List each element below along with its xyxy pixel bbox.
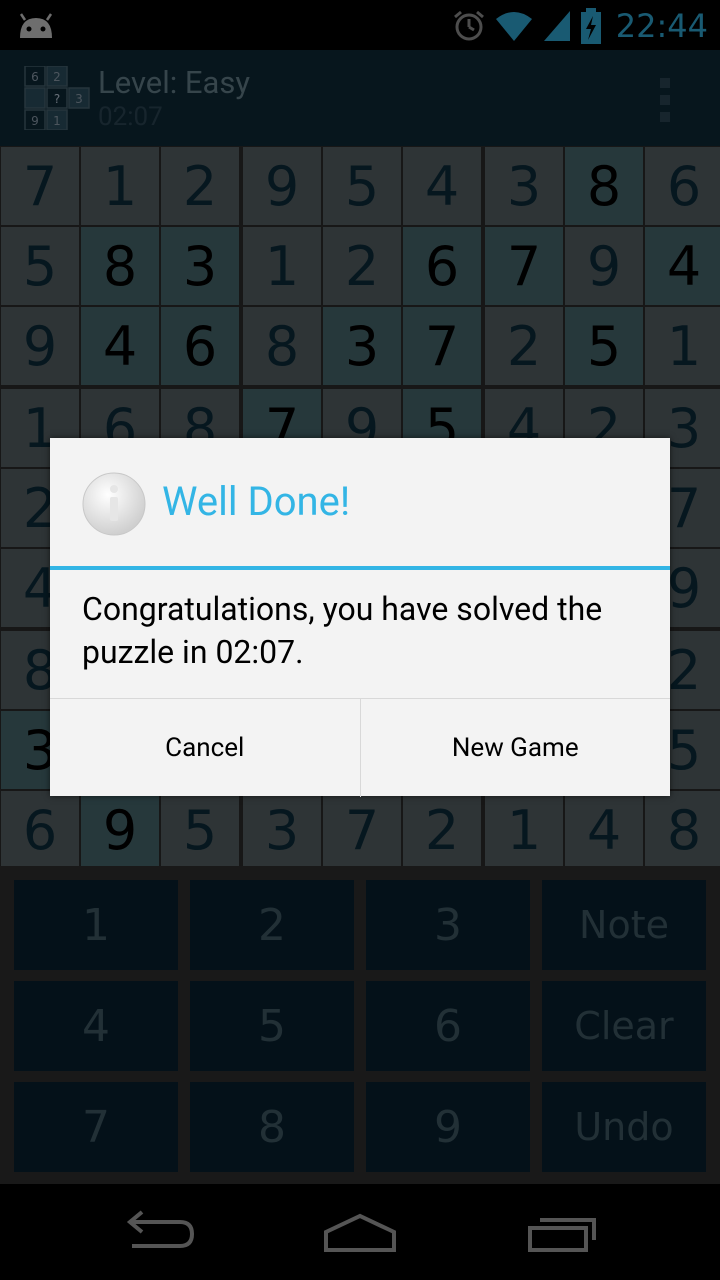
info-icon (82, 472, 146, 536)
dialog-header: Well Done! (50, 438, 670, 566)
new-game-button[interactable]: New Game (361, 699, 671, 797)
dialog-divider (50, 566, 670, 570)
dialog-buttons: Cancel New Game (50, 698, 670, 797)
dialog-message: Congratulations, you have solved the puz… (82, 590, 603, 671)
well-done-dialog: Well Done! Congratulations, you have sol… (50, 438, 670, 797)
dialog-title: Well Done! (162, 478, 351, 525)
cancel-button[interactable]: Cancel (50, 699, 361, 797)
